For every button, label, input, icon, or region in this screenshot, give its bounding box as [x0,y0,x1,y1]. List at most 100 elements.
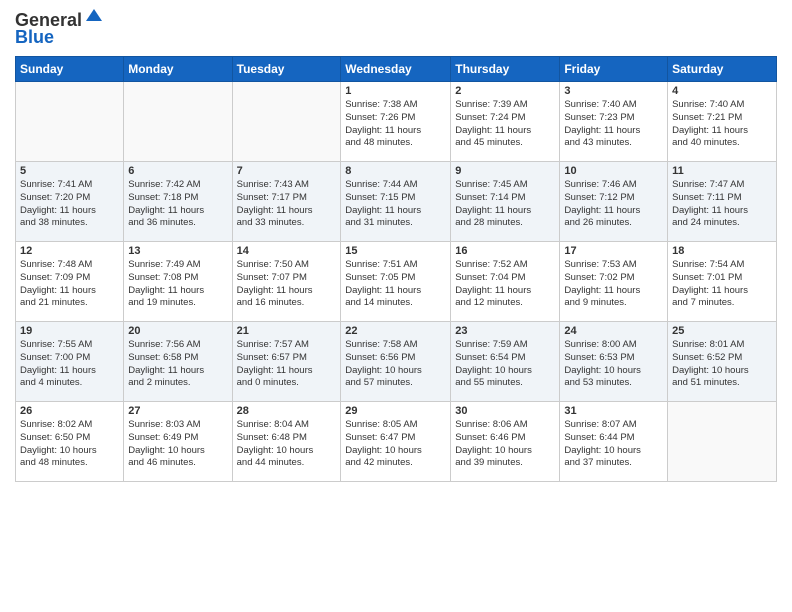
day-info: Sunrise: 7:58 AM Sunset: 6:56 PM Dayligh… [345,339,446,390]
calendar-cell: 27Sunrise: 8:03 AM Sunset: 6:49 PM Dayli… [124,402,232,482]
day-info: Sunrise: 7:56 AM Sunset: 6:58 PM Dayligh… [128,339,227,390]
calendar-cell: 15 Sunrise: 7:51 AM Sunset: 7:05 PM Dayli… [341,242,451,322]
day-info: Sunrise: 7:38 AM Sunset: 7:26 PM Dayligh… [345,99,446,150]
calendar-table: SundayMondayTuesdayWednesdayThursdayFrid… [15,56,777,482]
day-info: Sunrise: 7:41 AM Sunset: 7:20 PM Dayligh… [20,179,119,230]
calendar-cell: 12 Sunrise: 7:48 AM Sunset: 7:09 PM Dayli… [16,242,124,322]
calendar-cell: 2 Sunrise: 7:39 AM Sunset: 7:24 PM Daylig… [451,82,560,162]
day-number: 24 [564,325,663,337]
day-info: Sunrise: 7:47 AM Sunset: 7:11 PM Dayligh… [672,179,772,230]
day-number: 2 [455,85,555,97]
day-number: 11 [672,165,772,177]
day-number: 12 [20,245,119,257]
calendar-cell: 14 Sunrise: 7:50 AM Sunset: 7:07 PM Dayli… [232,242,341,322]
day-info: Sunrise: 7:59 AM Sunset: 6:54 PM Dayligh… [455,339,555,390]
calendar-cell: 9 Sunrise: 7:45 AM Sunset: 7:14 PM Daylig… [451,162,560,242]
day-number: 16 [455,245,555,257]
day-number: 14 [237,245,337,257]
calendar-col-header: Friday [560,57,668,82]
day-info: Sunrise: 7:45 AM Sunset: 7:14 PM Dayligh… [455,179,555,230]
day-number: 13 [128,245,227,257]
day-number: 30 [455,405,555,417]
day-number: 29 [345,405,446,417]
day-info: Sunrise: 7:42 AM Sunset: 7:18 PM Dayligh… [128,179,227,230]
day-info: Sunrise: 7:48 AM Sunset: 7:09 PM Dayligh… [20,259,119,310]
calendar-cell: 23 Sunrise: 7:59 AM Sunset: 6:54 PM Dayli… [451,322,560,402]
calendar-cell: 19 Sunrise: 7:55 AM Sunset: 7:00 PM Dayli… [16,322,124,402]
calendar-cell: 13 Sunrise: 7:49 AM Sunset: 7:08 PM Dayli… [124,242,232,322]
calendar-week-row: 26 Sunrise: 8:02 AM Sunset: 6:50 PM Dayli… [16,402,777,482]
calendar-cell: 17 Sunrise: 7:53 AM Sunset: 7:02 PM Dayli… [560,242,668,322]
calendar-cell: 22 Sunrise: 7:58 AM Sunset: 6:56 PM Dayli… [341,322,451,402]
day-info: Sunrise: 8:04 AM Sunset: 6:48 PM Dayligh… [237,419,337,470]
day-info: Sunrise: 8:01 AM Sunset: 6:52 PM Dayligh… [672,339,772,390]
day-number: 17 [564,245,663,257]
day-number: 3 [564,85,663,97]
day-number: 31 [564,405,663,417]
day-info: Sunrise: 7:55 AM Sunset: 7:00 PM Dayligh… [20,339,119,390]
calendar-cell: 8Sunrise: 7:44 AM Sunset: 7:15 PM Daylig… [341,162,451,242]
calendar-week-row: 5 Sunrise: 7:41 AM Sunset: 7:20 PM Daylig… [16,162,777,242]
day-info: Sunrise: 7:52 AM Sunset: 7:04 PM Dayligh… [455,259,555,310]
calendar-cell: 31 Sunrise: 8:07 AM Sunset: 6:44 PM Dayli… [560,402,668,482]
day-info: Sunrise: 7:53 AM Sunset: 7:02 PM Dayligh… [564,259,663,310]
calendar-cell: 21 Sunrise: 7:57 AM Sunset: 6:57 PM Dayli… [232,322,341,402]
day-number: 15 [345,245,446,257]
day-number: 6 [128,165,227,177]
day-number: 25 [672,325,772,337]
day-number: 26 [20,405,119,417]
day-info: Sunrise: 7:51 AM Sunset: 7:05 PM Dayligh… [345,259,446,310]
calendar-cell: 3 Sunrise: 7:40 AM Sunset: 7:23 PM Daylig… [560,82,668,162]
calendar-col-header: Monday [124,57,232,82]
calendar-cell: 20 Sunrise: 7:56 AM Sunset: 6:58 PM Dayli… [124,322,232,402]
day-number: 8 [345,165,446,177]
calendar-col-header: Thursday [451,57,560,82]
day-number: 9 [455,165,555,177]
day-number: 5 [20,165,119,177]
calendar-cell: 4 Sunrise: 7:40 AM Sunset: 7:21 PM Daylig… [668,82,777,162]
calendar-cell: 25 Sunrise: 8:01 AM Sunset: 6:52 PM Dayli… [668,322,777,402]
day-info: Sunrise: 7:49 AM Sunset: 7:08 PM Dayligh… [128,259,227,310]
calendar-week-row: 19 Sunrise: 7:55 AM Sunset: 7:00 PM Dayli… [16,322,777,402]
calendar-cell: 6 Sunrise: 7:42 AM Sunset: 7:18 PM Daylig… [124,162,232,242]
calendar-cell: 26 Sunrise: 8:02 AM Sunset: 6:50 PM Dayli… [16,402,124,482]
calendar-week-row: 12 Sunrise: 7:48 AM Sunset: 7:09 PM Dayli… [16,242,777,322]
logo: General Blue [15,10,104,48]
day-number: 18 [672,245,772,257]
calendar-col-header: Tuesday [232,57,341,82]
day-number: 23 [455,325,555,337]
calendar-col-header: Saturday [668,57,777,82]
calendar-cell [668,402,777,482]
day-number: 7 [237,165,337,177]
day-number: 22 [345,325,446,337]
day-info: Sunrise: 7:54 AM Sunset: 7:01 PM Dayligh… [672,259,772,310]
calendar-cell: 1 Sunrise: 7:38 AM Sunset: 7:26 PM Daylig… [341,82,451,162]
calendar-page: General Blue SundayMondayTuesdayWednesda… [0,0,792,612]
day-info: Sunrise: 8:06 AM Sunset: 6:46 PM Dayligh… [455,419,555,470]
calendar-header-row: SundayMondayTuesdayWednesdayThursdayFrid… [16,57,777,82]
day-number: 1 [345,85,446,97]
day-number: 20 [128,325,227,337]
day-info: Sunrise: 7:57 AM Sunset: 6:57 PM Dayligh… [237,339,337,390]
day-info: Sunrise: 7:40 AM Sunset: 7:23 PM Dayligh… [564,99,663,150]
day-info: Sunrise: 8:02 AM Sunset: 6:50 PM Dayligh… [20,419,119,470]
logo-icon [84,7,104,27]
day-info: Sunrise: 7:39 AM Sunset: 7:24 PM Dayligh… [455,99,555,150]
day-info: Sunrise: 8:07 AM Sunset: 6:44 PM Dayligh… [564,419,663,470]
calendar-col-header: Wednesday [341,57,451,82]
calendar-cell: 16 Sunrise: 7:52 AM Sunset: 7:04 PM Dayli… [451,242,560,322]
header: General Blue [15,10,777,48]
day-number: 19 [20,325,119,337]
calendar-cell: 11 Sunrise: 7:47 AM Sunset: 7:11 PM Dayli… [668,162,777,242]
day-number: 4 [672,85,772,97]
day-info: Sunrise: 8:05 AM Sunset: 6:47 PM Dayligh… [345,419,446,470]
day-info: Sunrise: 7:40 AM Sunset: 7:21 PM Dayligh… [672,99,772,150]
day-number: 10 [564,165,663,177]
day-number: 21 [237,325,337,337]
day-number: 28 [237,405,337,417]
calendar-cell: 30 Sunrise: 8:06 AM Sunset: 6:46 PM Dayli… [451,402,560,482]
calendar-cell: 24Sunrise: 8:00 AM Sunset: 6:53 PM Dayli… [560,322,668,402]
calendar-cell: 29 Sunrise: 8:05 AM Sunset: 6:47 PM Dayli… [341,402,451,482]
calendar-cell [124,82,232,162]
day-info: Sunrise: 7:50 AM Sunset: 7:07 PM Dayligh… [237,259,337,310]
